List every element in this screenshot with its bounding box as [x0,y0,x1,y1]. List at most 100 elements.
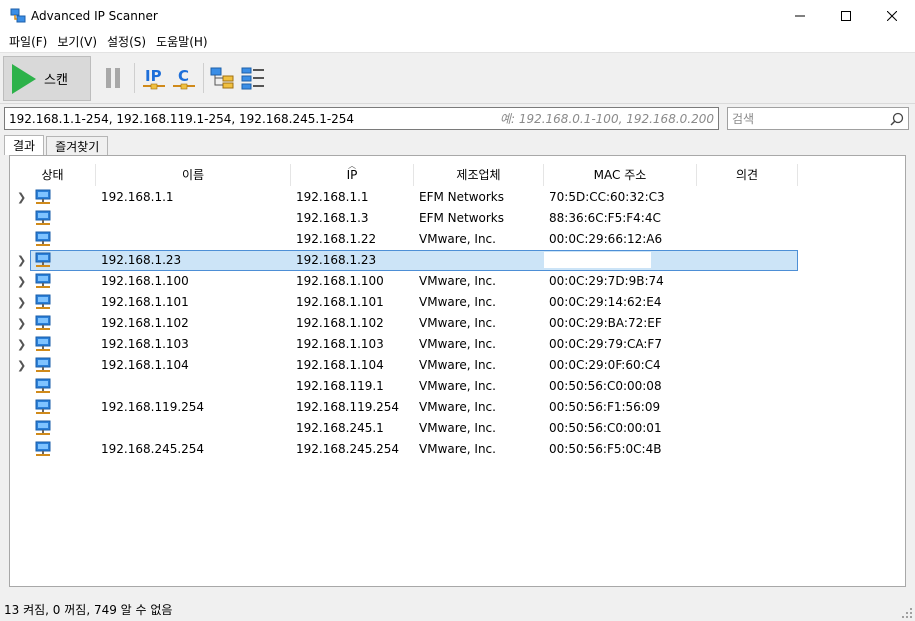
column-header-vendor[interactable]: 제조업체 [414,164,544,186]
table-row[interactable]: ❯ 192.168.1.23 192.168.1.23 [10,250,905,271]
expand-all-button[interactable] [210,65,236,91]
table-row[interactable]: 192.168.119.254 192.168.119.254 VMware, In… [10,397,905,418]
column-header-comment[interactable]: 의견 [697,164,798,186]
menu-bar: 파일(F) 보기(V) 설정(S) 도움말(H) [0,31,915,52]
minimize-icon [795,15,805,16]
cell-ip: 192.168.245.254 [296,442,400,456]
table-body: ❯ 192.168.1.1 192.168.1.1 EFM Networks 70:5D… [10,187,905,460]
table-row[interactable]: 192.168.119.1 VMware, Inc. 00:50:56:C0:00:… [10,376,905,397]
computer-online-icon [35,420,51,437]
table-row[interactable]: 192.168.245.254 192.168.245.254 VMware, In… [10,439,905,460]
computer-online-icon [35,294,51,311]
ip-range-button[interactable]: IP [141,65,167,91]
computer-online-icon [35,378,51,395]
play-icon [12,63,36,94]
cell-vendor: VMware, Inc. [419,400,496,414]
expand-all-icon [210,67,234,89]
cell-vendor: EFM Networks [419,211,505,225]
pause-icon [106,68,120,88]
cell-name: 192.168.1.101 [101,295,189,309]
table-row[interactable]: 192.168.245.1 VMware, Inc. 00:50:56:C0:00:… [10,418,905,439]
results-table[interactable]: 상태 이름 ︿ IP 제조업체 MAC 주소 의견 ❯ 192.168.1.1 19… [9,155,906,587]
cell-ip: 192.168.1.22 [296,232,377,246]
scan-button[interactable]: 스캔 [3,56,91,101]
computer-online-icon [35,336,51,353]
expand-chevron-icon[interactable]: ❯ [17,250,26,271]
status-text: 13 켜짐, 0 꺼짐, 749 알 수 없음 [4,602,173,617]
cell-vendor: VMware, Inc. [419,442,496,456]
svg-text:IP: IP [145,67,162,85]
cell-mac: 00:0C:29:0F:60:C4 [549,358,661,372]
pause-button[interactable] [100,65,126,91]
mac-edit-field[interactable] [544,252,651,268]
ip-range-input[interactable]: 192.168.1.1-254, 192.168.119.1-254, 192.… [4,107,719,130]
class-c-icon: C [173,67,195,90]
search-icon [890,112,904,126]
column-header-name[interactable]: 이름 [96,164,291,186]
cell-mac: 00:50:56:C0:00:08 [549,379,662,393]
table-row[interactable]: ❯ 192.168.1.104 192.168.1.104 VMware, Inc. 0… [10,355,905,376]
computer-online-icon [35,252,51,269]
cell-mac: 00:50:56:C0:00:01 [549,421,662,435]
expand-chevron-icon[interactable]: ❯ [17,187,26,208]
cell-vendor: VMware, Inc. [419,337,496,351]
cell-mac: 00:50:56:F1:56:09 [549,400,661,414]
computer-online-icon [35,357,51,374]
computer-online-icon [35,231,51,248]
tab-favorites[interactable]: 즐겨찾기 [46,136,109,155]
table-row[interactable]: 192.168.1.22 VMware, Inc. 00:0C:29:66:12:A… [10,229,905,250]
menu-view[interactable]: 보기(V) [52,33,102,50]
maximize-button[interactable] [823,0,869,31]
table-row[interactable]: ❯ 192.168.1.103 192.168.1.103 VMware, Inc. 0… [10,334,905,355]
toolbar-separator [203,63,204,93]
ip-range-value: 192.168.1.1-254, 192.168.119.1-254, 192.… [9,111,355,126]
app-network-icon [10,8,26,22]
cell-vendor: VMware, Inc. [419,274,496,288]
toolbar: 스캔 IP C [0,52,915,104]
cell-ip: 192.168.1.101 [296,295,384,309]
tab-strip: 결과 즐겨찾기 [4,135,110,155]
cell-mac: 00:50:56:F5:0C:4B [549,442,662,456]
close-button[interactable] [869,0,915,31]
table-row[interactable]: ❯ 192.168.1.102 192.168.1.102 VMware, Inc. 0… [10,313,905,334]
computer-online-icon [35,189,51,206]
table-row[interactable]: ❯ 192.168.1.1 192.168.1.1 EFM Networks 70:5D… [10,187,905,208]
cell-ip: 192.168.119.254 [296,400,400,414]
search-placeholder: 검색 [732,112,755,126]
cell-ip: 192.168.1.104 [296,358,384,372]
table-row[interactable]: 192.168.1.3 EFM Networks 88:36:6C:F5:F4:4C [10,208,905,229]
cell-ip: 192.168.1.102 [296,316,384,330]
expand-chevron-icon[interactable]: ❯ [17,271,26,292]
collapse-all-button[interactable] [240,65,266,91]
cell-ip: 192.168.245.1 [296,421,384,435]
tab-results[interactable]: 결과 [4,135,45,155]
cell-vendor: VMware, Inc. [419,358,496,372]
cell-vendor: VMware, Inc. [419,379,496,393]
column-header-mac[interactable]: MAC 주소 [544,164,697,186]
maximize-icon [841,10,851,21]
status-bar: 13 켜짐, 0 꺼짐, 749 알 수 없음 [0,597,915,621]
class-c-button[interactable]: C [171,65,197,91]
menu-help[interactable]: 도움말(H) [151,33,213,50]
table-row[interactable]: ❯ 192.168.1.101 192.168.1.101 VMware, Inc. 0… [10,292,905,313]
cell-vendor: VMware, Inc. [419,421,496,435]
expand-chevron-icon[interactable]: ❯ [17,313,26,334]
search-input[interactable]: 검색 [727,107,909,130]
computer-online-icon [35,399,51,416]
expand-chevron-icon[interactable]: ❯ [17,334,26,355]
menu-settings[interactable]: 설정(S) [102,33,151,50]
column-header-ip[interactable]: ︿ IP [291,161,414,186]
resize-grip-icon[interactable] [901,607,913,619]
cell-mac: 00:0C:29:79:CA:F7 [549,337,662,351]
table-row[interactable]: ❯ 192.168.1.100 192.168.1.100 VMware, Inc. 0… [10,271,905,292]
cell-ip: 192.168.1.3 [296,211,369,225]
sort-ascending-icon: ︿ [348,161,356,170]
computer-online-icon [35,315,51,332]
expand-chevron-icon[interactable]: ❯ [17,355,26,376]
column-header-status[interactable]: 상태 [10,164,96,186]
expand-chevron-icon[interactable]: ❯ [17,292,26,313]
menu-file[interactable]: 파일(F) [4,33,52,50]
window-title: Advanced IP Scanner [31,8,158,23]
minimize-button[interactable] [777,0,823,31]
cell-name: 192.168.1.100 [101,274,189,288]
